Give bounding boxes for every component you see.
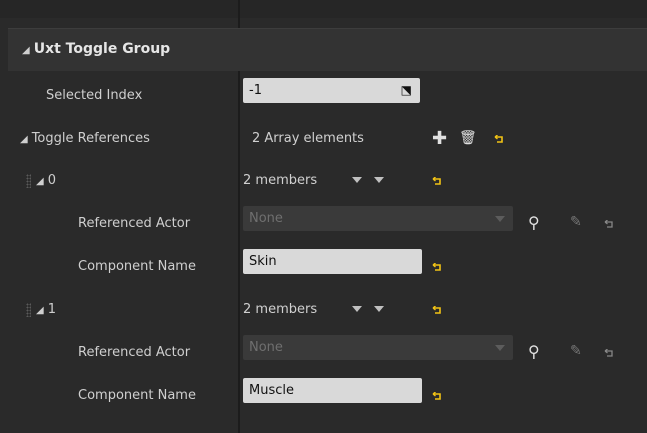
array-element-0-row: ◢ 0 2 members [8,163,647,199]
drag-handle-icon[interactable] [26,303,31,317]
collapse-triangle-icon[interactable]: ◢ [36,176,44,187]
members-count: 2 members [243,173,318,188]
referenced-actor-row: Referenced Actor None ⚲ ✎ [8,335,647,371]
array-elements-count: 2 Array elements [252,131,364,146]
element-options-dropdown-icon[interactable] [374,177,384,183]
numeric-drag-icon: ⬔ [400,83,412,97]
selected-index-value: -1 [249,83,262,98]
reset-to-default-icon[interactable] [432,392,442,401]
array-element-0-label: ◢ 0 [36,173,56,188]
referenced-actor-label: Referenced Actor [78,216,191,231]
collapse-triangle-icon[interactable]: ◢ [20,134,28,145]
section-title: ◢ Uxt Toggle Group [22,41,171,57]
members-count: 2 members [243,302,318,317]
component-name-value: Muscle [249,383,294,398]
component-name-value: Skin [249,254,277,269]
toggle-references-label: ◢ Toggle References [20,131,150,146]
top-strip [0,0,647,18]
referenced-actor-combo[interactable]: None [243,335,513,360]
reset-to-default-icon[interactable] [494,135,504,144]
referenced-actor-row: Referenced Actor None ⚲ ✎ [8,206,647,242]
element-options-dropdown-icon[interactable] [374,306,384,312]
browse-search-icon[interactable]: ⚲ [528,344,540,360]
details-panel: ◢ Uxt Toggle Group Selected Index -1 ⬔ ◢ T… [0,0,647,433]
delete-all-icon[interactable]: 🗑 [459,131,477,145]
array-element-1-row: ◢ 1 2 members [8,292,647,328]
pick-actor-icon[interactable]: ✎ [570,215,582,229]
reset-to-default-icon[interactable] [432,263,442,272]
section-header[interactable]: ◢ Uxt Toggle Group [8,28,647,71]
selected-index-row: Selected Index -1 ⬔ [8,78,647,114]
referenced-actor-combo[interactable]: None [243,206,513,231]
component-name-input[interactable]: Skin [243,249,422,274]
component-name-row: Component Name Muscle [8,378,647,414]
browse-search-icon[interactable]: ⚲ [528,215,540,231]
referenced-actor-value: None [249,211,283,226]
component-name-label: Component Name [78,259,196,274]
element-menu-dropdown-icon[interactable] [352,306,362,312]
reset-to-default-icon[interactable] [432,177,442,186]
chevron-down-icon [495,216,505,222]
component-name-label: Component Name [78,388,196,403]
reset-to-default-icon[interactable] [604,220,614,229]
toggle-references-row: ◢ Toggle References 2 Array elements ✚ 🗑 [8,121,647,157]
referenced-actor-value: None [249,340,283,355]
reset-to-default-icon[interactable] [604,349,614,358]
array-element-1-label: ◢ 1 [36,302,56,317]
collapse-triangle-icon[interactable]: ◢ [36,305,44,316]
chevron-down-icon [495,345,505,351]
selected-index-input[interactable]: -1 ⬔ [243,78,420,103]
drag-handle-icon[interactable] [26,174,31,188]
pick-actor-icon[interactable]: ✎ [570,344,582,358]
element-menu-dropdown-icon[interactable] [352,177,362,183]
add-element-icon[interactable]: ✚ [432,130,447,148]
collapse-triangle-icon: ◢ [22,45,30,56]
component-name-row: Component Name Skin [8,249,647,285]
reset-to-default-icon[interactable] [432,306,442,315]
selected-index-label: Selected Index [46,88,143,103]
component-name-input[interactable]: Muscle [243,378,422,403]
referenced-actor-label: Referenced Actor [78,345,191,360]
